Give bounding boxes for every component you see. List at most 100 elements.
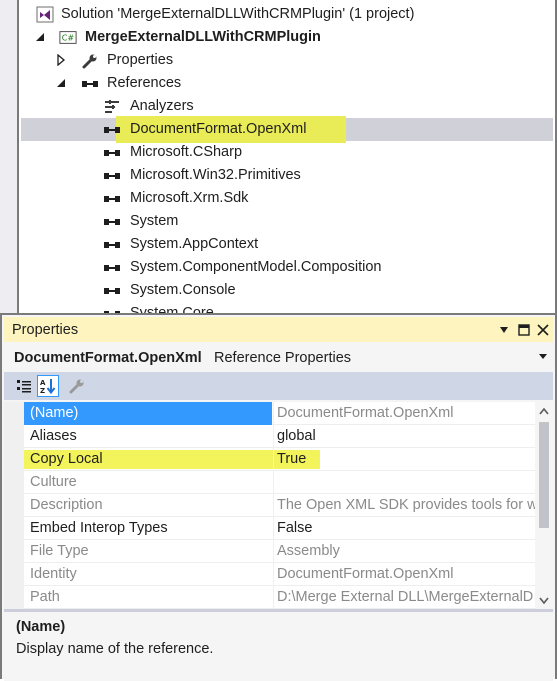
tree-label: System.Console [130, 282, 236, 298]
reference-icon [103, 190, 121, 207]
selected-object-type: Reference Properties [214, 350, 352, 366]
reference-icon [103, 144, 121, 161]
tree-label: References [107, 75, 182, 91]
property-value[interactable]: DocumentFormat.OpenXml [273, 563, 535, 586]
tree-row-reference[interactable]: System.Core [21, 302, 553, 313]
reference-icon [103, 282, 121, 299]
property-row-identity[interactable]: Identity DocumentFormat.OpenXml [24, 563, 535, 586]
tree-label: MergeExternalDLLWithCRMPlugin [85, 29, 321, 45]
tree-label: System [130, 213, 179, 229]
reference-icon [103, 121, 121, 138]
properties-title-bar[interactable]: Properties [4, 317, 553, 342]
tree-row-references[interactable]: References [21, 72, 553, 95]
scroll-thumb[interactable] [539, 422, 549, 528]
chevron-down-icon[interactable] [537, 350, 549, 364]
properties-title: Properties [12, 322, 79, 338]
property-value[interactable]: The Open XML SDK provides tools for w [273, 494, 535, 517]
tree-row-reference[interactable]: System.ComponentModel.Composition [21, 256, 553, 279]
tree-label: System.Core [130, 305, 214, 313]
dropdown-arrow-icon[interactable] [495, 321, 513, 339]
expanded-arrow-icon[interactable] [55, 77, 67, 89]
selected-object-name: DocumentFormat.OpenXml [14, 350, 202, 366]
scroll-up-arrow-icon[interactable] [535, 402, 553, 420]
property-name: Aliases [30, 428, 77, 444]
tree-row-solution[interactable]: Solution 'MergeExternalDLLWithCRMPlugin'… [21, 3, 553, 26]
categorized-icon[interactable] [13, 375, 35, 397]
close-icon[interactable] [534, 321, 552, 339]
tree-row-analyzers[interactable]: Analyzers [21, 95, 553, 118]
property-row-description[interactable]: Description The Open XML SDK provides to… [24, 494, 535, 517]
description-text: Display name of the reference. [16, 641, 214, 657]
references-icon [81, 75, 99, 92]
tree-label: DocumentFormat.OpenXml [130, 121, 307, 137]
analyzers-icon [103, 98, 121, 115]
svg-text:Z: Z [40, 387, 45, 395]
tree-row-reference[interactable]: Microsoft.Win32.Primitives [21, 164, 553, 187]
property-name: Embed Interop Types [30, 520, 168, 536]
solution-explorer: Solution 'MergeExternalDLLWithCRMPlugin'… [0, 0, 557, 313]
tree-row-properties[interactable]: Properties [21, 49, 553, 72]
tree-label: Microsoft.CSharp [130, 144, 243, 160]
reference-icon [103, 213, 121, 230]
property-row-copy-local[interactable]: Copy Local True [24, 448, 535, 471]
property-row-culture[interactable]: Culture [24, 471, 535, 494]
alphabetical-icon[interactable]: A Z [37, 375, 59, 397]
reference-icon [103, 236, 121, 253]
property-value[interactable] [273, 471, 535, 494]
tree-label: Microsoft.Xrm.Sdk [130, 190, 249, 206]
property-name: Copy Local [30, 451, 103, 467]
csharp-project-icon: C# [59, 29, 77, 46]
tree-label: Microsoft.Win32.Primitives [130, 167, 301, 183]
maximize-icon[interactable] [515, 321, 533, 339]
tree-label: System.ComponentModel.Composition [130, 259, 382, 275]
expanded-arrow-icon[interactable] [34, 31, 46, 43]
reference-icon [103, 305, 121, 313]
tree-label: Analyzers [130, 98, 194, 114]
property-grid: (Name) DocumentFormat.OpenXml Aliases gl… [4, 402, 553, 609]
property-name: Description [30, 497, 103, 513]
property-name: File Type [30, 543, 89, 559]
left-rail [0, 0, 19, 313]
property-row-path[interactable]: Path D:\Merge External DLL\MergeExternal… [24, 586, 535, 609]
vertical-scrollbar[interactable] [535, 402, 553, 609]
description-pane: (Name) Display name of the reference. [4, 612, 553, 681]
tree-row-project[interactable]: C# MergeExternalDLLWithCRMPlugin [21, 26, 553, 49]
property-value[interactable]: global [273, 425, 535, 448]
property-name: Path [30, 589, 60, 605]
properties-toolbar: A Z [4, 372, 553, 400]
reference-icon [103, 259, 121, 276]
tree-label: Properties [107, 52, 174, 68]
tree-row-reference[interactable]: Microsoft.Xrm.Sdk [21, 187, 553, 210]
tree-label: System.AppContext [130, 236, 259, 252]
property-value[interactable]: False [273, 517, 535, 540]
tree-row-reference[interactable]: System.Console [21, 279, 553, 302]
property-row-file-type[interactable]: File Type Assembly [24, 540, 535, 563]
property-value[interactable]: D:\Merge External DLL\MergeExternalD [273, 586, 535, 609]
collapsed-arrow-icon[interactable] [55, 54, 67, 66]
reference-icon [103, 167, 121, 184]
tree-row-documentformat-openxml[interactable]: DocumentFormat.OpenXml [21, 116, 553, 143]
tree-row-reference[interactable]: Microsoft.CSharp [21, 141, 553, 164]
scroll-down-arrow-icon[interactable] [535, 591, 553, 609]
property-name: (Name) [24, 402, 272, 425]
property-row-aliases[interactable]: Aliases global [24, 425, 535, 448]
solution-icon [36, 6, 54, 23]
tree-row-reference[interactable]: System.AppContext [21, 233, 553, 256]
svg-text:A: A [40, 379, 46, 387]
object-selector[interactable]: DocumentFormat.OpenXml Reference Propert… [4, 344, 553, 370]
property-value[interactable]: Assembly [273, 540, 535, 563]
tree-label: Solution 'MergeExternalDLLWithCRMPlugin'… [61, 6, 415, 22]
property-name: Identity [30, 566, 77, 582]
property-row-embed-interop-types[interactable]: Embed Interop Types False [24, 517, 535, 540]
tree-row-reference[interactable]: System [21, 210, 553, 233]
grid-gutter [4, 402, 24, 609]
wrench-icon [81, 52, 99, 69]
property-name: Culture [30, 474, 77, 490]
description-title: (Name) [16, 619, 66, 635]
properties-window: Properties DocumentFormat.OpenXml Refere… [0, 313, 557, 681]
svg-text:C#: C# [62, 33, 75, 43]
property-pages-wrench-icon[interactable] [66, 375, 88, 397]
property-value[interactable]: DocumentFormat.OpenXml [273, 402, 535, 425]
property-value[interactable]: True [273, 448, 535, 471]
property-row-name[interactable]: (Name) DocumentFormat.OpenXml [24, 402, 535, 425]
